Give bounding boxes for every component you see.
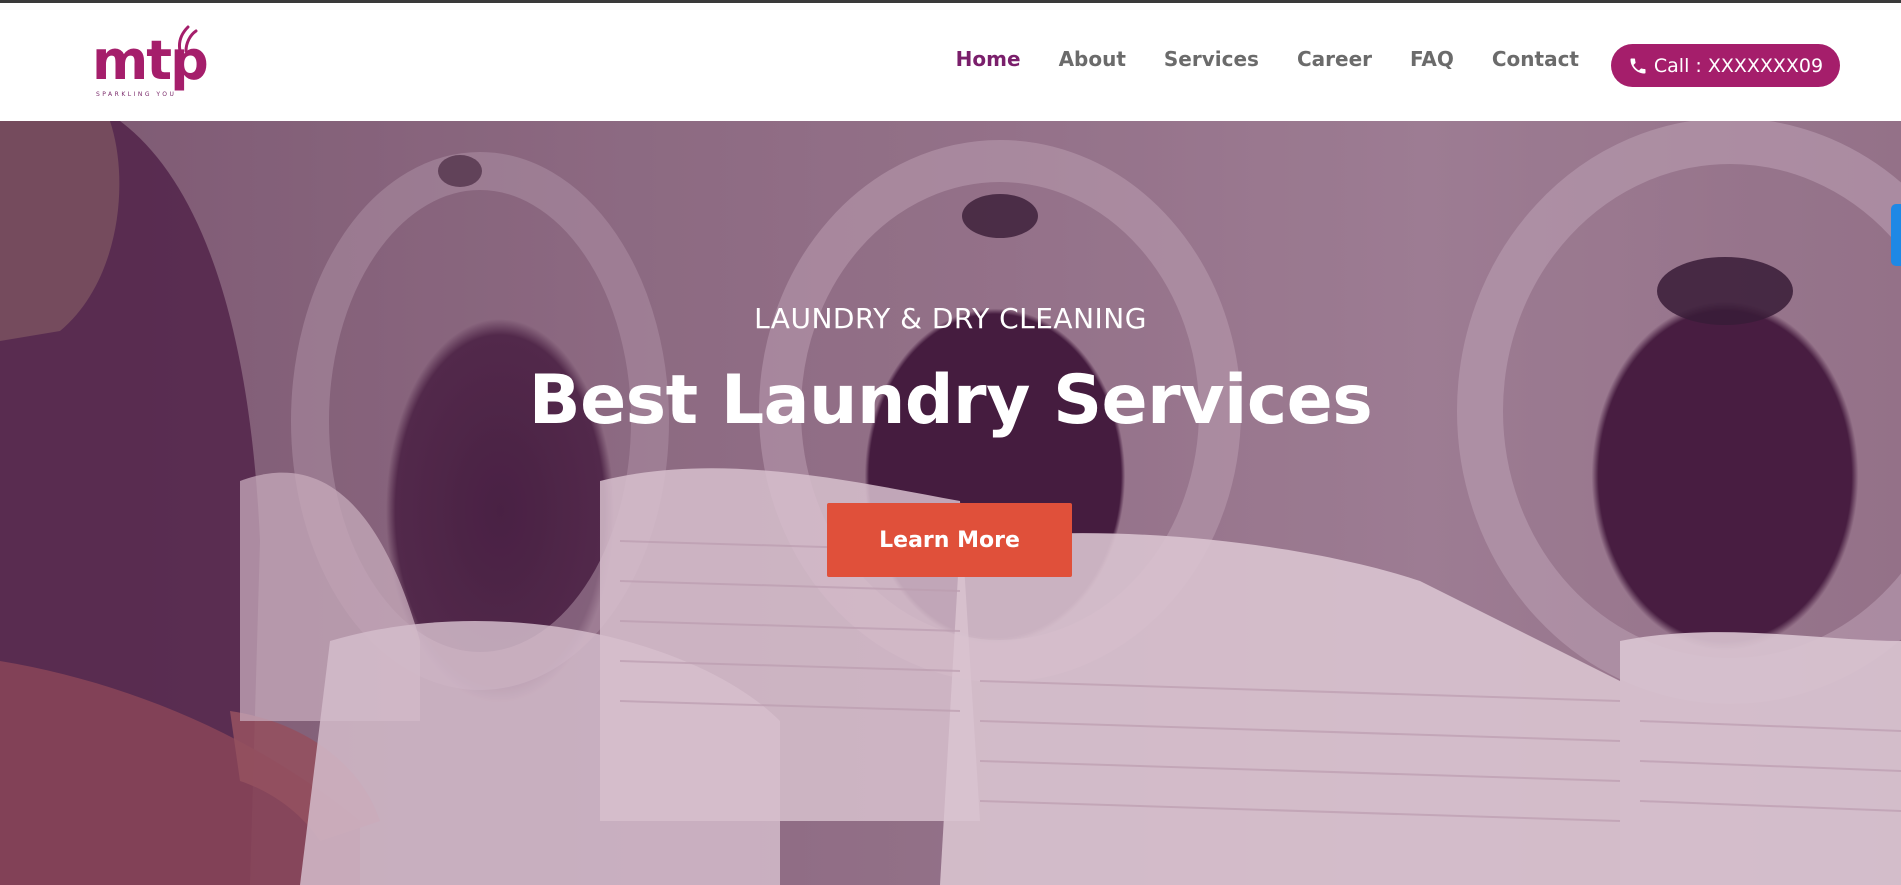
phone-icon — [1628, 56, 1648, 76]
hero-title: Best Laundry Services — [528, 361, 1373, 440]
nav-services[interactable]: Services — [1164, 45, 1259, 73]
hero-subtitle: LAUNDRY & DRY CLEANING — [754, 302, 1147, 335]
nav-career[interactable]: Career — [1297, 45, 1372, 73]
nav-about[interactable]: About — [1059, 45, 1126, 73]
nav-home[interactable]: Home — [956, 45, 1021, 73]
nav-contact[interactable]: Contact — [1492, 45, 1579, 73]
logo[interactable]: mtp SPARKLING YOU — [92, 25, 232, 105]
nav-faq[interactable]: FAQ — [1410, 45, 1454, 73]
site-header: mtp SPARKLING YOU Home About Services Ca… — [0, 3, 1901, 121]
logo-tagline: SPARKLING YOU — [96, 91, 177, 98]
main-nav: Home About Services Career FAQ Contact — [956, 45, 1579, 73]
logo-swirl-icon — [178, 25, 198, 53]
learn-more-label: Learn More — [879, 527, 1020, 553]
call-button[interactable]: Call : XXXXXXX09 — [1611, 44, 1840, 87]
scroll-indicator[interactable] — [1891, 204, 1901, 266]
learn-more-button[interactable]: Learn More — [827, 503, 1072, 577]
call-button-label: Call : XXXXXXX09 — [1653, 54, 1824, 77]
hero-banner: LAUNDRY & DRY CLEANING Best Laundry Serv… — [0, 121, 1901, 885]
